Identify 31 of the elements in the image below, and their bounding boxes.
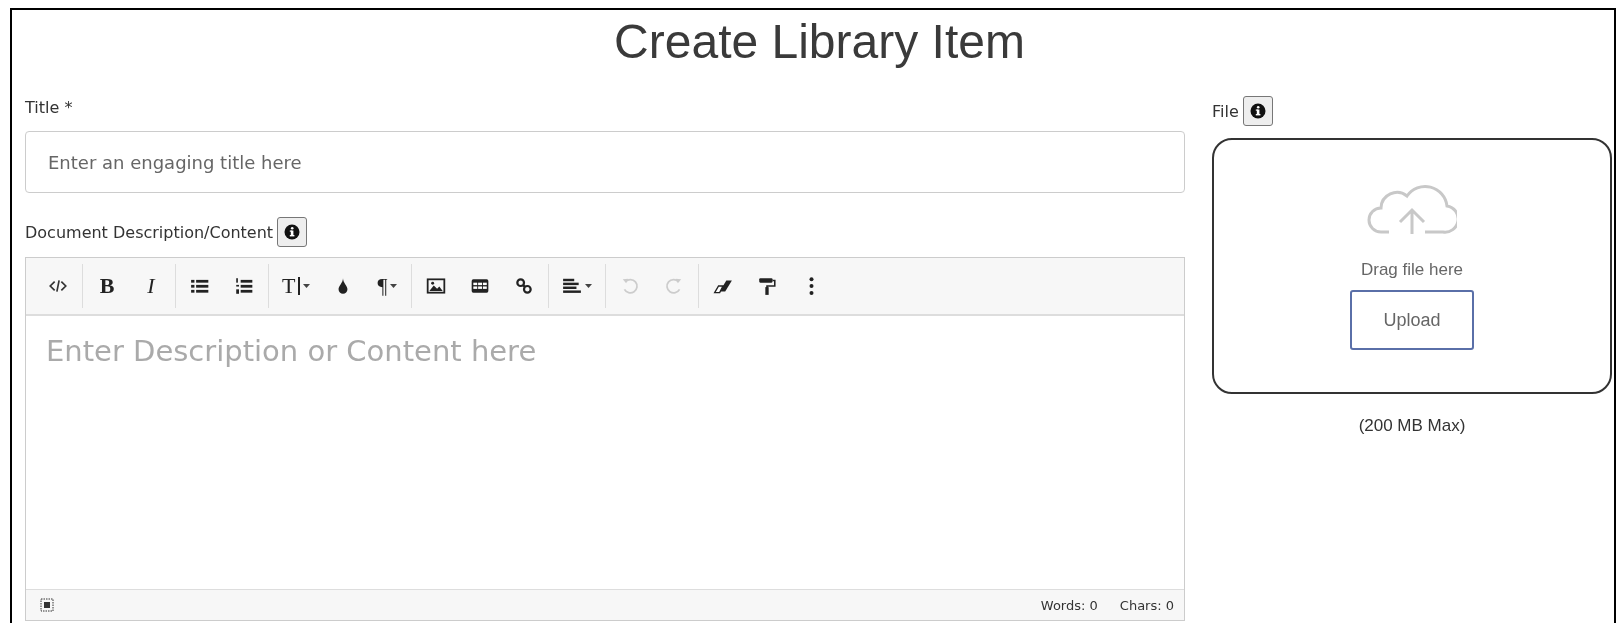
link-icon <box>514 276 535 296</box>
field-label: File <box>1212 101 1239 121</box>
caret-icon <box>390 284 398 288</box>
table-icon <box>470 276 491 296</box>
info-icon <box>1249 103 1266 119</box>
numbered-list-icon <box>234 276 254 296</box>
upload-button[interactable]: Upload <box>1350 290 1474 350</box>
word-count: Words: 0 <box>1040 597 1098 613</box>
italic-button[interactable]: I <box>136 270 166 302</box>
page-title: Create Library Item <box>613 14 1026 70</box>
undo-icon <box>620 276 641 296</box>
caret-icon <box>303 284 311 288</box>
info-button[interactable] <box>277 217 308 247</box>
align-left-icon <box>562 276 583 296</box>
field-label: Document Description/Content <box>25 222 274 242</box>
field-label: Title * <box>25 98 74 117</box>
size-limit-note: (200 MB Max) <box>1357 416 1467 436</box>
info-icon <box>284 224 301 240</box>
char-count: Chars: 0 <box>1119 597 1174 613</box>
more-icon <box>808 276 814 296</box>
bold-button[interactable]: B <box>92 270 122 302</box>
file-drop-zone[interactable]: Drag file here Upload <box>1212 138 1612 394</box>
paint-roller-icon <box>757 276 778 296</box>
font-size-button[interactable]: T <box>278 270 315 302</box>
paragraph-button[interactable]: ¶ <box>372 270 403 302</box>
title-input[interactable]: Enter an engaging title here <box>25 131 1185 193</box>
caret-icon <box>585 284 593 288</box>
image-icon <box>426 276 447 296</box>
info-button[interactable] <box>1242 96 1273 126</box>
drop-hint: Drag file here <box>1360 260 1464 280</box>
resize-icon[interactable] <box>40 598 54 612</box>
